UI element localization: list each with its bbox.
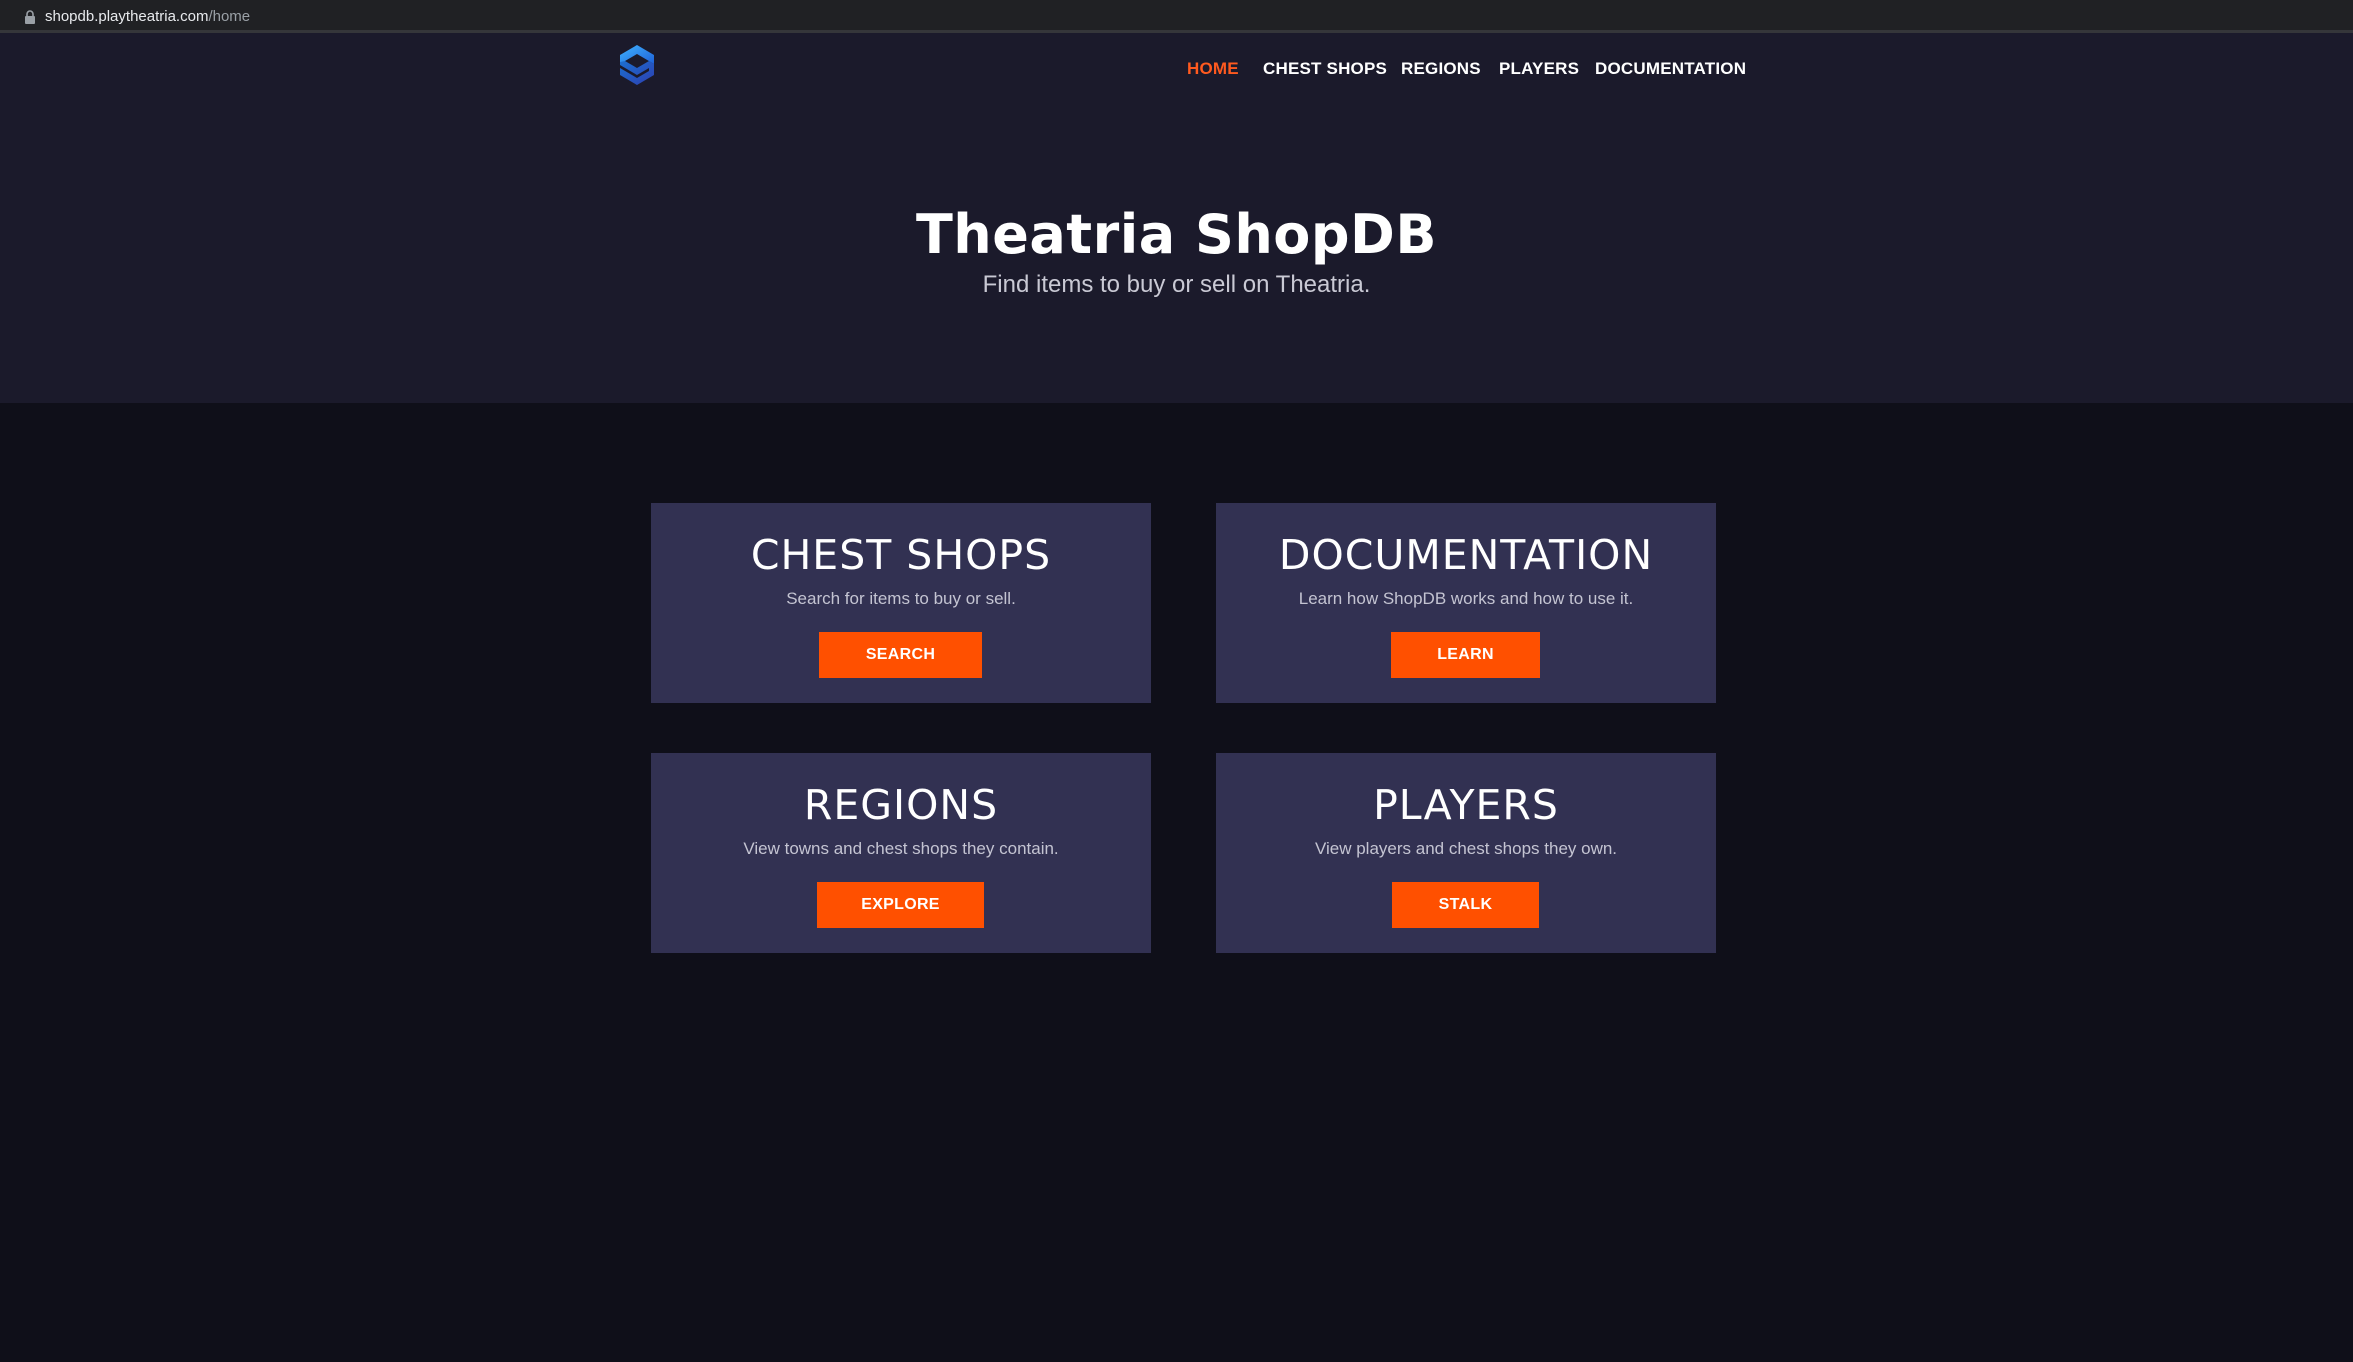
search-button[interactable]: SEARCH	[819, 632, 982, 678]
card-title: REGIONS	[803, 781, 999, 829]
page-title: Theatria ShopDB	[915, 203, 1438, 266]
card-documentation: DOCUMENTATION Learn how ShopDB works and…	[1216, 503, 1716, 703]
browser-address-bar[interactable]: shopdb.playtheatria.com/home	[0, 0, 2353, 33]
card-title: PLAYERS	[1373, 781, 1559, 829]
main-content: CHEST SHOPS Search for items to buy or s…	[0, 403, 2353, 1362]
url-path: /home	[208, 8, 251, 25]
card-description: Search for items to buy or sell.	[786, 589, 1016, 608]
card-description: View players and chest shops they own.	[1314, 839, 1618, 858]
learn-button[interactable]: LEARN	[1391, 632, 1540, 678]
card-description: Learn how ShopDB works and how to use it…	[1298, 589, 1634, 608]
card-title: DOCUMENTATION	[1278, 531, 1654, 579]
nav-players[interactable]: PLAYERS	[1499, 59, 1579, 79]
nav-chest-shops[interactable]: CHEST SHOPS	[1263, 59, 1387, 79]
card-description: View towns and chest shops they contain.	[743, 839, 1059, 858]
main-nav: HOME CHEST SHOPS REGIONS PLAYERS DOCUMEN…	[0, 59, 2353, 89]
url-host: shopdb.playtheatria.com	[45, 8, 209, 25]
card-title: CHEST SHOPS	[750, 531, 1052, 579]
page-subtitle: Find items to buy or sell on Theatria.	[982, 271, 1371, 298]
lock-icon	[25, 10, 35, 24]
stalk-button[interactable]: STALK	[1392, 882, 1539, 928]
hero-section: HOME CHEST SHOPS REGIONS PLAYERS DOCUMEN…	[0, 33, 2353, 403]
card-players: PLAYERS View players and chest shops the…	[1216, 753, 1716, 953]
nav-regions[interactable]: REGIONS	[1401, 59, 1481, 79]
card-chest-shops: CHEST SHOPS Search for items to buy or s…	[651, 503, 1151, 703]
nav-home[interactable]: HOME	[1187, 59, 1239, 79]
explore-button[interactable]: EXPLORE	[817, 882, 984, 928]
nav-documentation[interactable]: DOCUMENTATION	[1595, 59, 1746, 79]
url-text[interactable]: shopdb.playtheatria.com/home	[45, 8, 250, 25]
card-regions: REGIONS View towns and chest shops they …	[651, 753, 1151, 953]
